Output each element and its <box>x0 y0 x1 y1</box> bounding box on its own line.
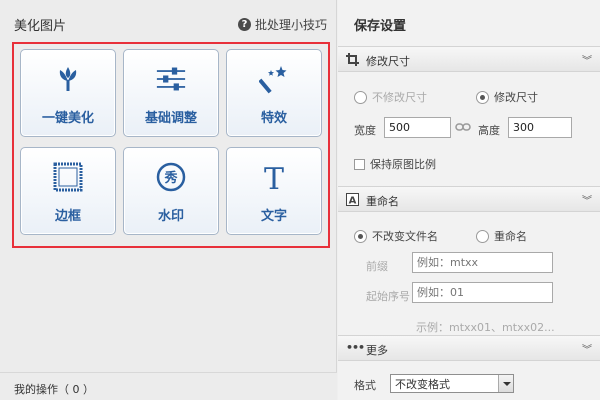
rename-section-header[interactable]: A 重命名 ︾ <box>338 186 600 212</box>
tool-label: 特效 <box>260 111 287 126</box>
tool-highlight-frame: 一键美化 基础调整 特效 边框 秀 水印 T 文字 <box>12 42 330 248</box>
frame-icon <box>53 162 83 192</box>
watermark-badge: 秀 <box>163 170 178 186</box>
radio-dot <box>354 229 367 243</box>
radio-dot <box>354 90 367 104</box>
watermark-button[interactable]: 秀 水印 <box>123 147 219 235</box>
effects-button[interactable]: 特效 <box>226 49 322 137</box>
more-dots-icon: ••• <box>346 341 365 354</box>
start-number-label: 起始序号 <box>366 290 410 303</box>
panel-title: 美化图片 <box>14 19 67 34</box>
resize-section-title: 修改尺寸 <box>366 55 410 68</box>
frame-button[interactable]: 边框 <box>20 147 116 235</box>
my-operations-label: 我的操作（ 0 ） <box>14 383 94 396</box>
height-input[interactable] <box>508 117 572 138</box>
basic-adjust-button[interactable]: 基础调整 <box>123 49 219 137</box>
tool-grid: 一键美化 基础调整 特效 边框 秀 水印 T 文字 <box>20 49 322 235</box>
left-panel: 美化图片 ? 批处理小技巧 一键美化 基础调整 特效 边框 秀 水印 T 文字 … <box>0 0 337 400</box>
format-value: 不改变格式 <box>395 378 450 391</box>
resize-radio[interactable]: 修改尺寸 <box>476 89 538 105</box>
more-section-header[interactable]: ••• 更多 ︾ <box>338 335 600 361</box>
crop-icon <box>346 53 359 66</box>
height-label: 高度 <box>478 124 500 137</box>
rename-radio[interactable]: 重命名 <box>476 228 527 244</box>
start-number-input[interactable] <box>412 282 553 303</box>
keep-filename-label: 不改变文件名 <box>372 230 438 243</box>
no-resize-label: 不修改尺寸 <box>372 91 427 104</box>
operations-footer[interactable]: 我的操作（ 0 ） <box>0 372 337 400</box>
watermark-icon: 秀 <box>156 162 186 192</box>
checkbox-box <box>354 158 365 170</box>
rename-label: 重命名 <box>494 230 527 243</box>
keep-ratio-checkbox[interactable]: 保持原图比例 <box>354 156 436 172</box>
batch-tips-link[interactable]: ? 批处理小技巧 <box>237 16 327 33</box>
svg-text:A: A <box>349 196 357 207</box>
rename-section-title: 重命名 <box>366 195 399 208</box>
keep-ratio-label: 保持原图比例 <box>370 158 436 171</box>
width-label: 宽度 <box>354 124 376 137</box>
tool-label: 边框 <box>54 209 81 224</box>
text-glyph: T <box>264 162 284 192</box>
tool-label: 水印 <box>157 209 184 224</box>
resize-section-header[interactable]: 修改尺寸 ︾ <box>338 46 600 72</box>
tool-label: 文字 <box>260 209 287 224</box>
text-icon: T <box>259 162 289 192</box>
width-input[interactable] <box>384 117 451 138</box>
sliders-icon <box>156 64 186 94</box>
tulip-icon <box>53 64 83 94</box>
no-resize-radio[interactable]: 不修改尺寸 <box>354 89 427 105</box>
save-settings-title: 保存设置 <box>354 19 407 34</box>
collapse-chevron-icon[interactable]: ︾ <box>582 192 592 207</box>
rename-icon: A <box>346 193 359 206</box>
prefix-input[interactable] <box>412 252 553 273</box>
save-settings-panel: 保存设置 修改尺寸 ︾ 不修改尺寸 修改尺寸 宽度 高度 保持原图比例 A 重命… <box>338 0 600 400</box>
rename-example: 示例：mtxx01、mtxx02... <box>416 321 555 334</box>
format-select[interactable]: 不改变格式 <box>390 374 514 393</box>
batch-tips-label: 批处理小技巧 <box>254 18 327 32</box>
dropdown-arrow-icon <box>498 375 513 392</box>
collapse-chevron-icon[interactable]: ︾ <box>582 52 592 67</box>
resize-label: 修改尺寸 <box>494 91 538 104</box>
prefix-label: 前缀 <box>366 260 388 273</box>
magic-wand-icon <box>259 64 289 94</box>
collapse-chevron-icon[interactable]: ︾ <box>582 341 592 356</box>
left-header: 美化图片 ? 批处理小技巧 <box>0 0 337 40</box>
format-label: 格式 <box>354 379 376 392</box>
more-section-title: 更多 <box>366 344 388 357</box>
help-icon: ? <box>237 18 251 31</box>
keep-filename-radio[interactable]: 不改变文件名 <box>354 228 438 244</box>
tool-label: 一键美化 <box>41 111 94 126</box>
tool-label: 基础调整 <box>144 111 197 126</box>
one-click-beautify-button[interactable]: 一键美化 <box>20 49 116 137</box>
radio-dot <box>476 229 489 243</box>
text-button[interactable]: T 文字 <box>226 147 322 235</box>
link-icon[interactable] <box>455 122 471 132</box>
radio-dot <box>476 90 489 104</box>
